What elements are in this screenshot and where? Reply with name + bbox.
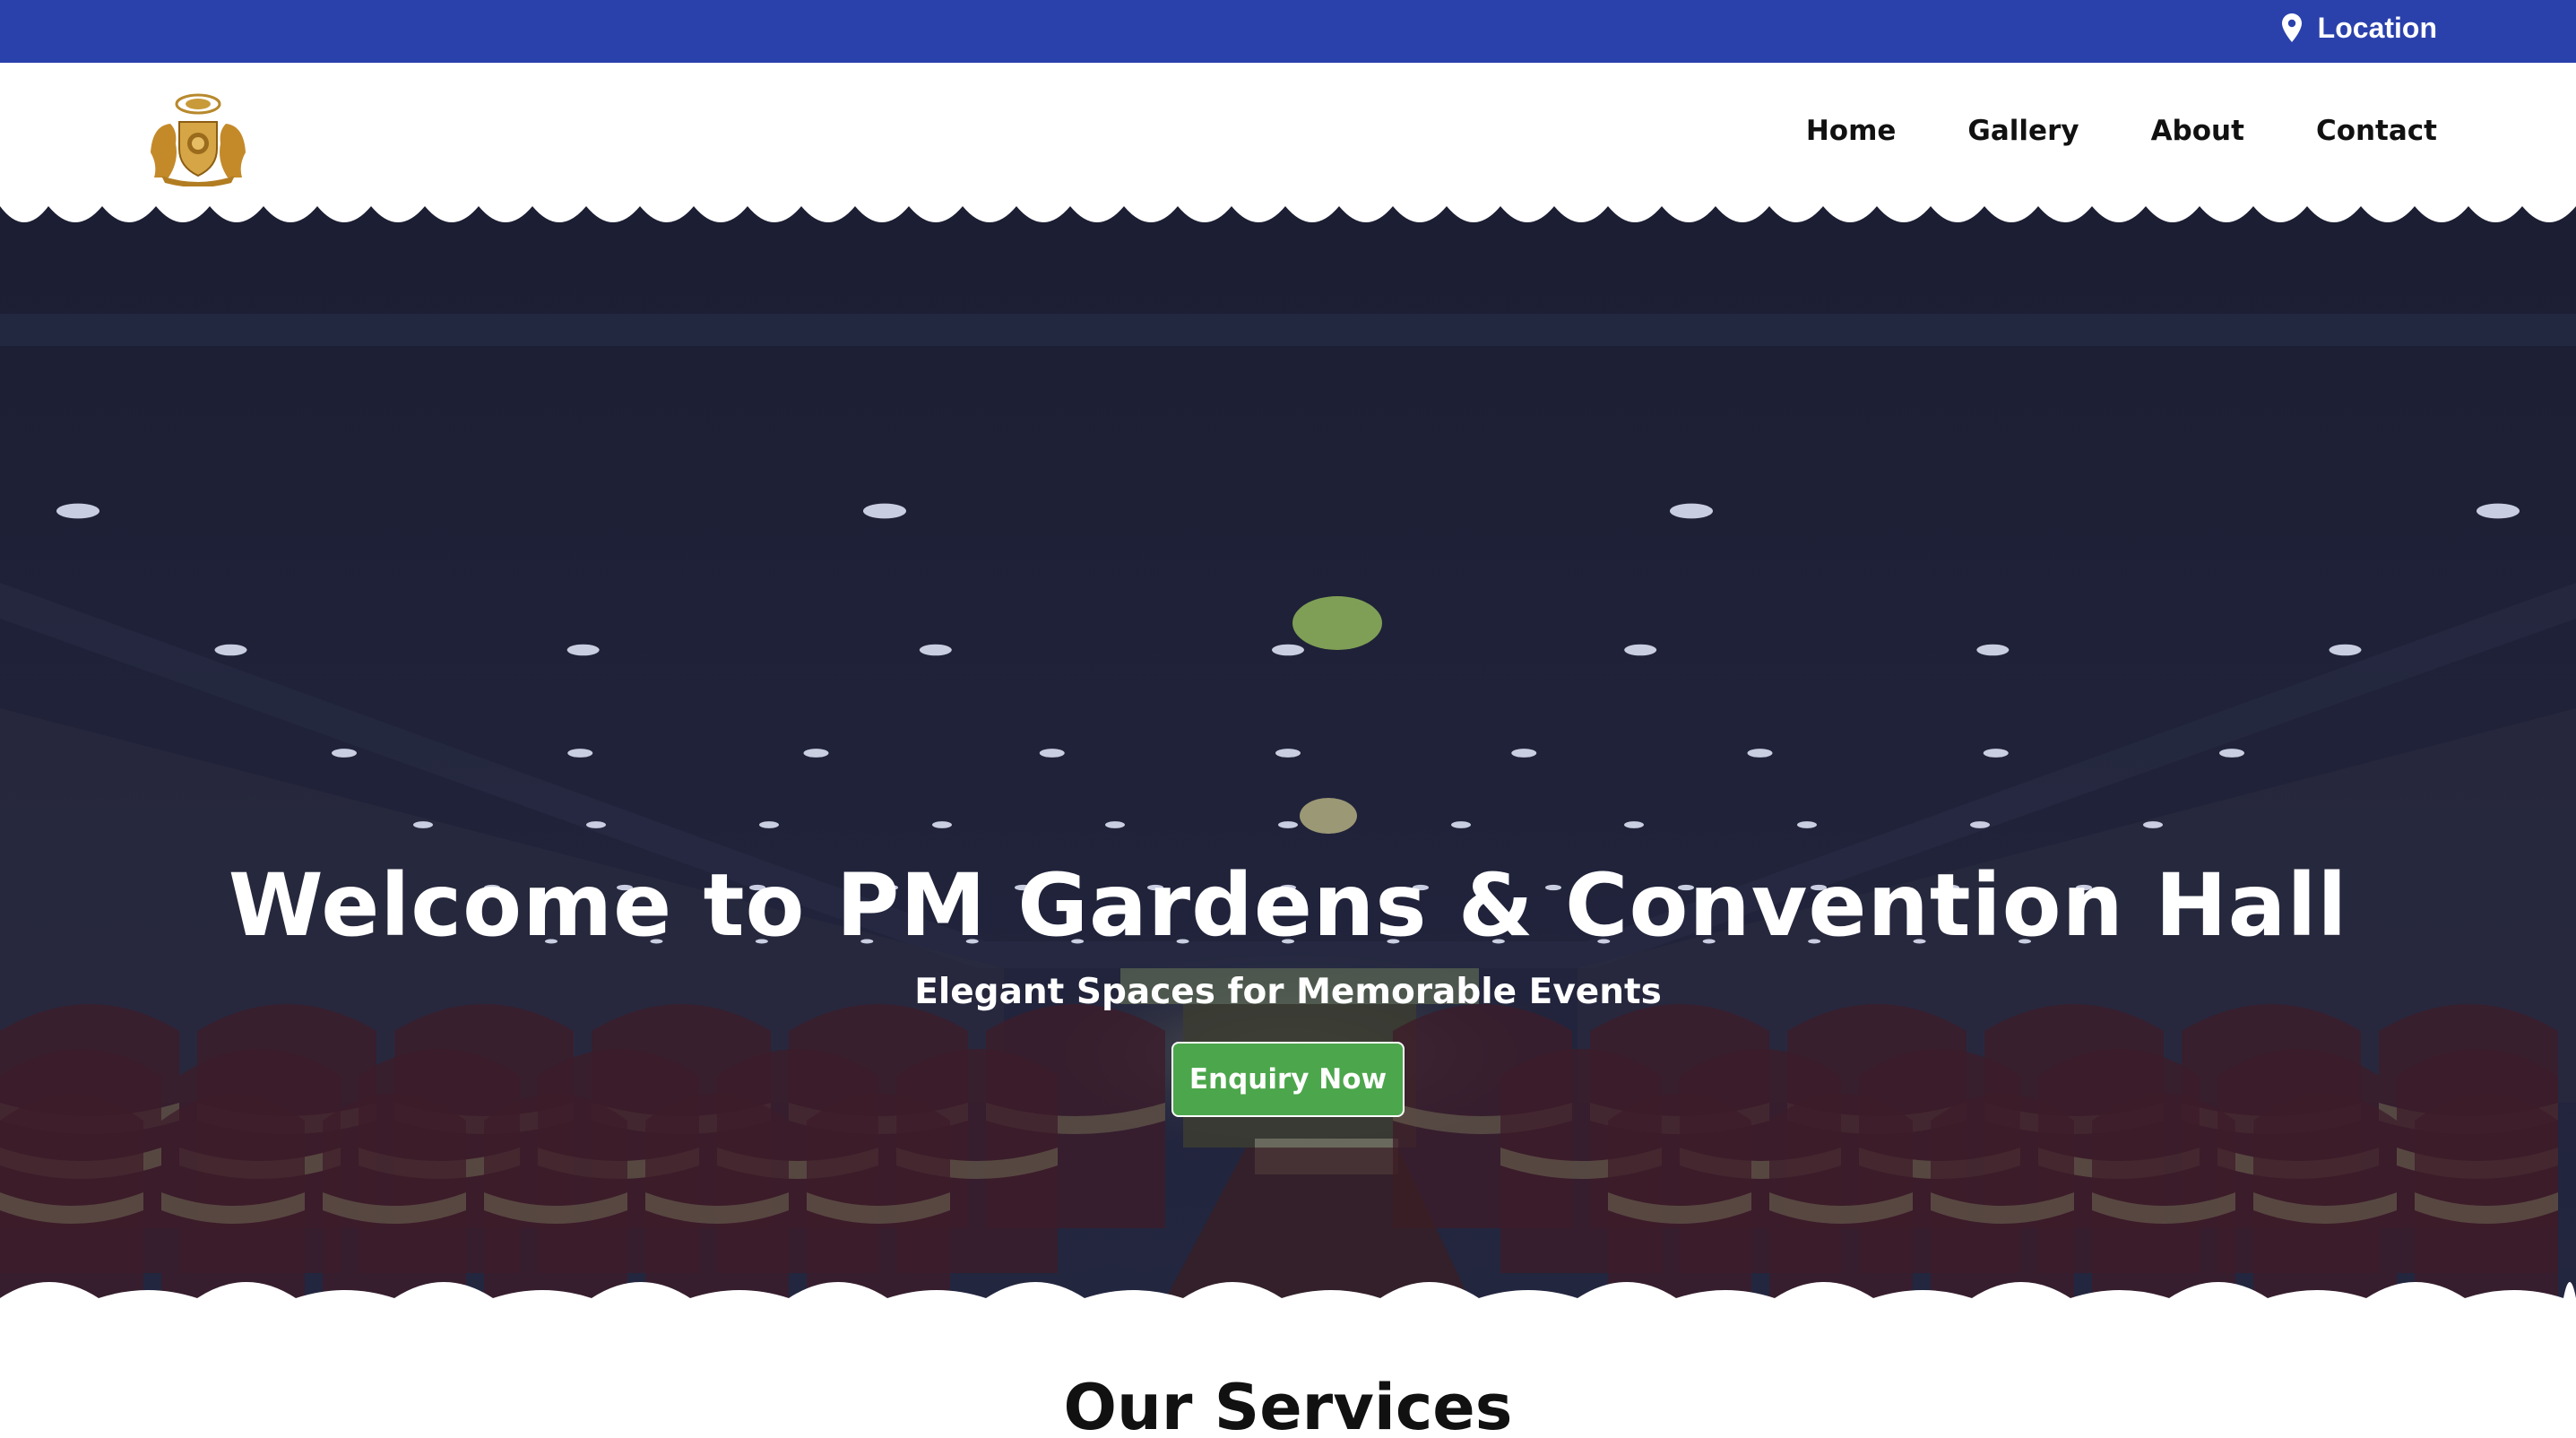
- nav-about[interactable]: About: [2151, 115, 2244, 147]
- location-link[interactable]: Location: [2281, 0, 2437, 56]
- top-bar: Location: [0, 0, 2576, 63]
- site-header: Home Gallery About Contact: [0, 63, 2576, 206]
- location-label: Location: [2317, 11, 2437, 44]
- hero-scallop-edge: [0, 1282, 2576, 1307]
- main-nav: Home Gallery About Contact: [1806, 115, 2437, 147]
- services-heading: Our Services: [1063, 1371, 1513, 1438]
- enquiry-now-button[interactable]: Enquiry Now: [1171, 1042, 1405, 1117]
- header-scallop-edge: [0, 203, 2576, 222]
- map-pin-icon: [2281, 13, 2302, 42]
- hero-banner: Welcome to PM Gardens & Convention Hall …: [0, 206, 2576, 1300]
- hero-subtitle: Elegant Spaces for Memorable Events: [914, 972, 1662, 1012]
- hero-background-image: [0, 206, 2576, 1300]
- hero-title: Welcome to PM Gardens & Convention Hall: [228, 855, 2348, 956]
- pm-crest-logo[interactable]: [143, 90, 253, 186]
- hero-content: Welcome to PM Gardens & Convention Hall …: [0, 852, 2576, 1117]
- nav-gallery[interactable]: Gallery: [1967, 115, 2079, 147]
- nav-contact[interactable]: Contact: [2316, 115, 2437, 147]
- nav-home[interactable]: Home: [1806, 115, 1897, 147]
